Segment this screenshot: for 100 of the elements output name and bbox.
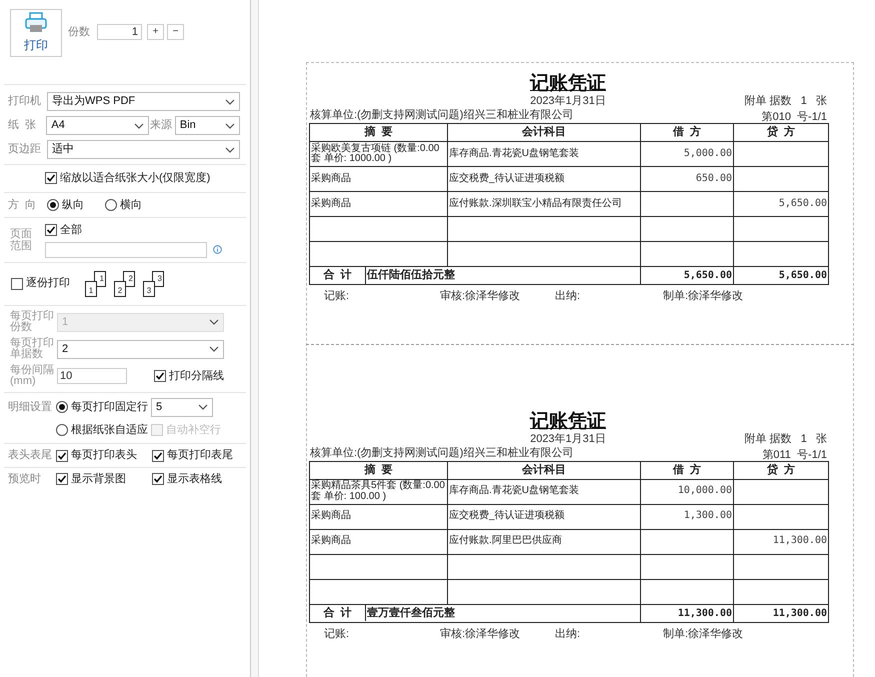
accounting-unit: 核算单位:(勿删支持网测试问题)绍兴三和桩业有限公司 (310, 446, 574, 460)
checkbox-label: 缩放以适合纸张大小(仅限宽度) (60, 170, 210, 186)
voucher-date: 2023年1月31日 (530, 434, 606, 444)
table-cell: 5,000.00 (640, 142, 734, 166)
chevron-down-icon (225, 98, 235, 104)
voucher-title: 记账凭证 (530, 412, 606, 430)
source-select[interactable]: Bin (174, 116, 240, 135)
column-header: 借 方 (640, 124, 734, 142)
table-cell: 采购精品茶具5件套 (数量:0.00套 单价: 100.00 ) (310, 479, 448, 504)
printer-select[interactable]: 导出为WPS PDF (47, 92, 240, 111)
signature-field: 记账: (324, 288, 440, 304)
field-label: 页面范围 (10, 228, 33, 252)
checkbox[interactable] (152, 473, 164, 486)
field-label: 份数 (68, 25, 90, 40)
checkbox[interactable] (45, 224, 57, 236)
table-cell: 应付账款.深圳联宝小精品有限责任公司 (448, 192, 640, 216)
decrement-button[interactable]: − (167, 24, 184, 40)
attachment-count: 附单 据数 1 张 (744, 94, 827, 109)
page-sheet: 2 (114, 280, 126, 296)
signature-field: 审核:徐泽华修改 (440, 626, 555, 642)
attachment-count: 附单 据数 1 张 (744, 432, 827, 446)
field-label: 打印机 (8, 94, 42, 110)
page-sheet: 3 (152, 270, 164, 286)
checkbox[interactable] (152, 450, 164, 462)
signature-field: 制单:徐泽华修改 (663, 288, 783, 304)
field-label: 预览时 (8, 472, 42, 487)
field-label: 明细设置 (8, 400, 53, 415)
margin-select[interactable]: 适中 (47, 140, 240, 159)
paper-select[interactable]: A4 (46, 116, 149, 135)
checkbox[interactable] (11, 278, 23, 290)
voucher-number: 第011 号-1/1 (762, 448, 827, 462)
table-cell: 采购欧美复古项链 (数量:0.00套 单价: 1000.00 ) (310, 142, 448, 166)
radio-button[interactable] (47, 198, 59, 211)
checkbox-label: 显示表格线 (167, 472, 222, 487)
total-amount: 11,300.00 (640, 604, 734, 622)
printer-icon (24, 12, 48, 34)
table-cell: 11,300.00 (734, 529, 828, 554)
interval-field[interactable]: 10 (57, 368, 127, 384)
checkbox[interactable] (56, 450, 68, 462)
table-cell: 应付账款.阿里巴巴供应商 (448, 529, 640, 554)
chevron-down-icon (134, 122, 144, 128)
increment-button[interactable]: + (147, 24, 164, 40)
column-header: 会计科目 (448, 124, 640, 142)
info-icon (213, 245, 222, 254)
column-header: 摘 要 (310, 124, 448, 142)
checkbox[interactable] (56, 473, 68, 486)
signature-field: 出纳: (555, 626, 663, 642)
chevron-down-icon (198, 404, 208, 410)
checkbox-label: 全部 (60, 222, 82, 238)
radio-label: 纵向 (62, 198, 84, 212)
radio-label: 每页打印固定行 (71, 400, 148, 416)
field-label: 每页打印份数 (10, 310, 55, 334)
voucher-date: 2023年1月31日 (530, 96, 606, 107)
table-cell: 应交税费_待认证进项税额 (448, 504, 640, 529)
field-label: 每页打印单据数 (10, 338, 55, 361)
page-range-field[interactable] (45, 242, 207, 258)
field-label: 纸 张 (8, 118, 38, 134)
chevron-down-icon (225, 122, 235, 128)
amount-in-words: 壹万壹仟叁佰元整 (366, 606, 455, 621)
column-header: 借 方 (640, 461, 734, 479)
table-cell: 采购商品 (310, 529, 448, 554)
table-cell: 1,300.00 (640, 504, 734, 529)
radio-button[interactable] (105, 198, 117, 211)
checkbox[interactable] (45, 172, 57, 184)
column-header: 摘 要 (310, 461, 448, 479)
radio-button[interactable] (56, 424, 68, 436)
table-cell: 库存商品.青花瓷U盘钢笔套装 (448, 479, 640, 504)
page-sheet: 1 (85, 280, 97, 296)
signature-field: 出纳: (555, 288, 663, 304)
signature-field: 制单:徐泽华修改 (663, 626, 783, 642)
signature-field: 记账: (324, 626, 440, 642)
rows-select[interactable]: 5 (151, 398, 213, 417)
page-sheet: 3 (143, 280, 155, 296)
chevron-down-icon (225, 146, 235, 152)
checkbox[interactable] (154, 370, 166, 382)
total-amount: 11,300.00 (734, 604, 828, 622)
checkbox-label: 打印分隔线 (169, 368, 224, 384)
table-cell: 采购商品 (310, 166, 448, 192)
amount-in-words: 伍仟陆佰伍拾元整 (366, 268, 455, 284)
table-cell: 库存商品.青花瓷U盘钢笔套装 (448, 142, 640, 166)
column-header: 会计科目 (448, 461, 640, 479)
table-cell: 应交税费_待认证进项税额 (448, 166, 640, 192)
checkbox-label: 每页打印表尾 (167, 448, 233, 464)
radio-button[interactable] (56, 401, 68, 414)
page-sheet: 2 (123, 270, 135, 286)
field-label: 表头表尾 (8, 448, 53, 464)
total-label: 合 计 (310, 267, 366, 284)
checkbox-label: 自动补空行 (166, 422, 221, 438)
copies-field[interactable]: 1 (97, 24, 142, 40)
accounting-unit: 核算单位:(勿删支持网测试问题)绍兴三和桩业有限公司 (310, 108, 574, 123)
radio-label: 横向 (120, 198, 142, 212)
vouchers-per-page-select[interactable]: 2 (57, 340, 224, 359)
field-label: 每份间隔(mm) (10, 364, 55, 388)
field-label: 方 向 (8, 198, 38, 212)
checkbox-label: 每页打印表头 (71, 448, 137, 464)
print-button[interactable]: 打印 (10, 9, 62, 57)
total-amount: 5,650.00 (734, 266, 828, 284)
signature-field: 审核:徐泽华修改 (440, 288, 555, 304)
column-header: 贷 方 (734, 124, 828, 142)
chevron-down-icon (209, 346, 219, 352)
